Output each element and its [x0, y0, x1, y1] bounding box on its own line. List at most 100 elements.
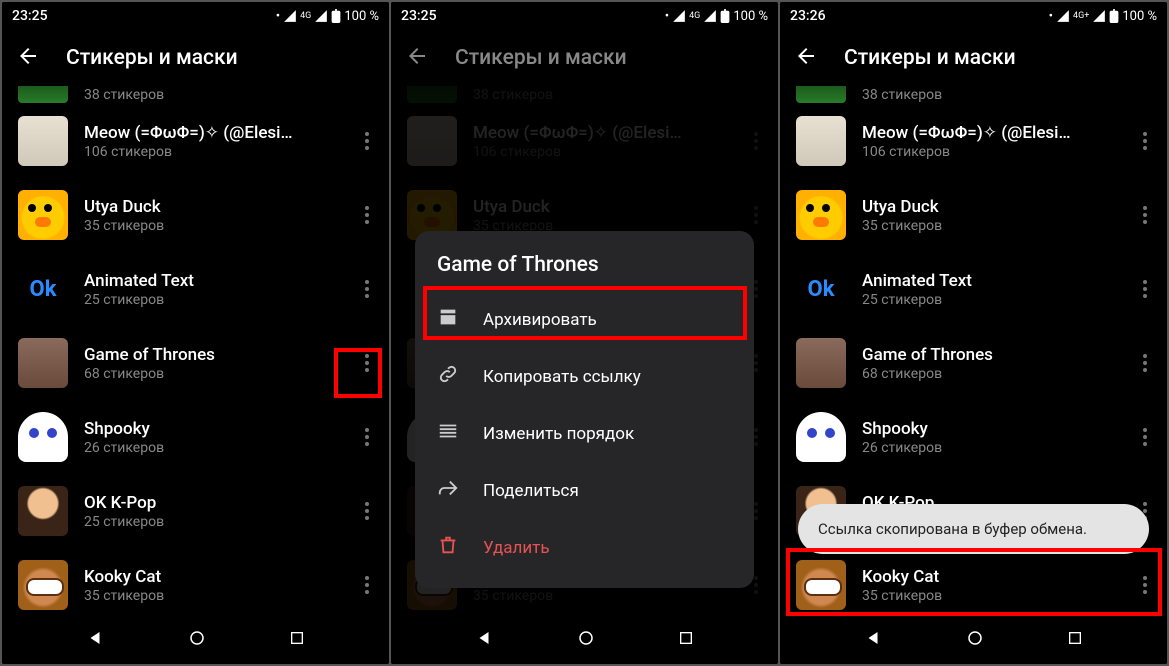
sticker-thumb — [18, 338, 68, 388]
sticker-pack-row[interactable]: Kooky Cat35 стикеров — [780, 548, 1167, 616]
kebab-menu-button[interactable] — [1131, 415, 1159, 459]
menu-item-label: Поделиться — [483, 481, 579, 501]
sticker-thumb — [18, 560, 68, 610]
pack-name: OK K-Pop — [84, 493, 337, 513]
kebab-menu-button[interactable] — [353, 267, 381, 311]
nav-back[interactable] — [475, 629, 493, 651]
share-icon — [437, 477, 459, 504]
sticker-pack-row[interactable]: Game of Thrones68 стикеров — [780, 326, 1167, 400]
menu-item-label: Удалить — [483, 538, 550, 558]
pack-count: 26 стикеров — [862, 440, 1115, 456]
kebab-menu-button[interactable] — [1131, 119, 1159, 163]
android-navbar — [2, 616, 389, 664]
sticker-list-viewport: 38 стикеровMeow (=ΦωΦ=)✧ (@Elesi…106 сти… — [391, 86, 778, 616]
clock: 23:25 — [12, 8, 48, 24]
kebab-menu-button[interactable] — [1131, 193, 1159, 237]
sticker-pack-row[interactable]: Kooky Cat35 стикеров — [2, 548, 389, 616]
android-navbar — [391, 616, 778, 664]
sticker-pack-row[interactable]: Utya Duck35 стикеров — [780, 178, 1167, 252]
pack-count: 25 стикеров — [84, 514, 337, 530]
menu-item-archive[interactable]: Архивировать — [415, 291, 754, 348]
kebab-menu-button[interactable] — [353, 193, 381, 237]
sticker-thumb — [796, 412, 846, 462]
pack-count: 38 стикеров — [84, 87, 381, 103]
link-icon — [437, 363, 459, 390]
sticker-thumb — [18, 486, 68, 536]
menu-item-label: Архивировать — [483, 310, 597, 330]
sticker-pack-row[interactable]: Game of Thrones68 стикеров — [2, 326, 389, 400]
sticker-pack-row[interactable]: Shpooky26 стикеров — [2, 400, 389, 474]
sticker-pack-row[interactable]: OkAnimated Text25 стикеров — [780, 252, 1167, 326]
phone-screen-3: 23:26 • 4G+ 100 % Стикеры и маски 38 сти… — [780, 2, 1167, 664]
kebab-menu-button[interactable] — [1131, 267, 1159, 311]
sticker-list-viewport[interactable]: 38 стикеровMeow (=ΦωΦ=)✧ (@Elesi…106 сти… — [2, 86, 389, 616]
app-bar: Стикеры и маски — [780, 30, 1167, 86]
sticker-thumb — [18, 412, 68, 462]
pack-name: Shpooky — [862, 419, 1115, 439]
pack-count: 38 стикеров — [862, 87, 1159, 103]
archive-icon — [437, 306, 459, 333]
sticker-pack-row[interactable]: OK K-Pop25 стикеров — [2, 474, 389, 548]
sticker-thumb: Ok — [18, 264, 68, 314]
pack-name: Utya Duck — [862, 197, 1115, 217]
page-title: Стикеры и маски — [66, 46, 238, 70]
kebab-menu-button[interactable] — [1131, 563, 1159, 607]
menu-item-label: Копировать ссылку — [483, 367, 641, 387]
menu-item-link[interactable]: Копировать ссылку — [415, 348, 754, 405]
back-button[interactable] — [399, 34, 435, 82]
nav-back[interactable] — [864, 629, 882, 651]
status-icons: • 4G 100 % — [665, 9, 768, 24]
status-bar: 23:25 • 4G 100 % — [391, 2, 778, 30]
kebab-menu-button[interactable] — [353, 563, 381, 607]
sticker-thumb — [796, 338, 846, 388]
sticker-thumb — [796, 86, 846, 103]
sticker-pack-row[interactable]: 38 стикеров — [780, 86, 1167, 104]
pack-count: 68 стикеров — [862, 366, 1115, 382]
sticker-thumb — [796, 116, 846, 166]
nav-home[interactable] — [577, 629, 595, 651]
clock: 23:26 — [790, 8, 826, 24]
menu-item-reorder[interactable]: Изменить порядок — [415, 405, 754, 462]
pack-name: Animated Text — [84, 271, 337, 291]
pack-name: Utya Duck — [84, 197, 337, 217]
sticker-thumb: Ok — [796, 264, 846, 314]
back-button[interactable] — [788, 34, 824, 82]
app-bar: Стикеры и маски — [391, 30, 778, 86]
sticker-pack-row[interactable]: Utya Duck35 стикеров — [2, 178, 389, 252]
pack-count: 106 стикеров — [862, 144, 1115, 160]
nav-recents[interactable] — [289, 630, 305, 650]
sticker-list-viewport[interactable]: 38 стикеровMeow (=ΦωΦ=)✧ (@Elesi…106 сти… — [780, 86, 1167, 616]
kebab-menu-button[interactable] — [353, 489, 381, 533]
sticker-pack-row[interactable]: Meow (=ΦωΦ=)✧ (@Elesi…106 стикеров — [780, 104, 1167, 178]
kebab-menu-button[interactable] — [1131, 341, 1159, 385]
kebab-menu-button[interactable] — [353, 341, 381, 385]
android-navbar — [780, 616, 1167, 664]
pack-name: Kooky Cat — [84, 567, 337, 587]
nav-recents[interactable] — [1067, 630, 1083, 650]
status-icons: • 4G 100 % — [276, 9, 379, 24]
nav-back[interactable] — [86, 629, 104, 651]
nav-recents[interactable] — [678, 630, 694, 650]
nav-home[interactable] — [966, 629, 984, 651]
back-button[interactable] — [10, 34, 46, 82]
sticker-pack-row[interactable]: Shpooky26 стикеров — [780, 400, 1167, 474]
page-title: Стикеры и маски — [455, 46, 627, 70]
pack-count: 35 стикеров — [862, 218, 1115, 234]
sticker-thumb — [796, 560, 846, 610]
kebab-menu-button[interactable] — [353, 415, 381, 459]
sticker-pack-row[interactable]: 38 стикеров — [2, 86, 389, 104]
menu-item-share[interactable]: Поделиться — [415, 462, 754, 519]
sticker-thumb — [796, 190, 846, 240]
pack-name: Meow (=ΦωΦ=)✧ (@Elesi… — [862, 123, 1115, 143]
status-icons: • 4G+ 100 % — [1049, 9, 1157, 24]
pack-count: 35 стикеров — [862, 588, 1115, 604]
menu-item-delete[interactable]: Удалить — [415, 519, 754, 576]
pack-count: 106 стикеров — [84, 144, 337, 160]
toast-message: Ссылка скопирована в буфер обмена. — [798, 504, 1149, 554]
sticker-pack-row[interactable]: Meow (=ΦωΦ=)✧ (@Elesi…106 стикеров — [2, 104, 389, 178]
sticker-pack-row[interactable]: OkAnimated Text25 стикеров — [2, 252, 389, 326]
kebab-menu-button[interactable] — [353, 119, 381, 163]
delete-icon — [437, 534, 459, 561]
reorder-icon — [437, 420, 459, 447]
nav-home[interactable] — [188, 629, 206, 651]
